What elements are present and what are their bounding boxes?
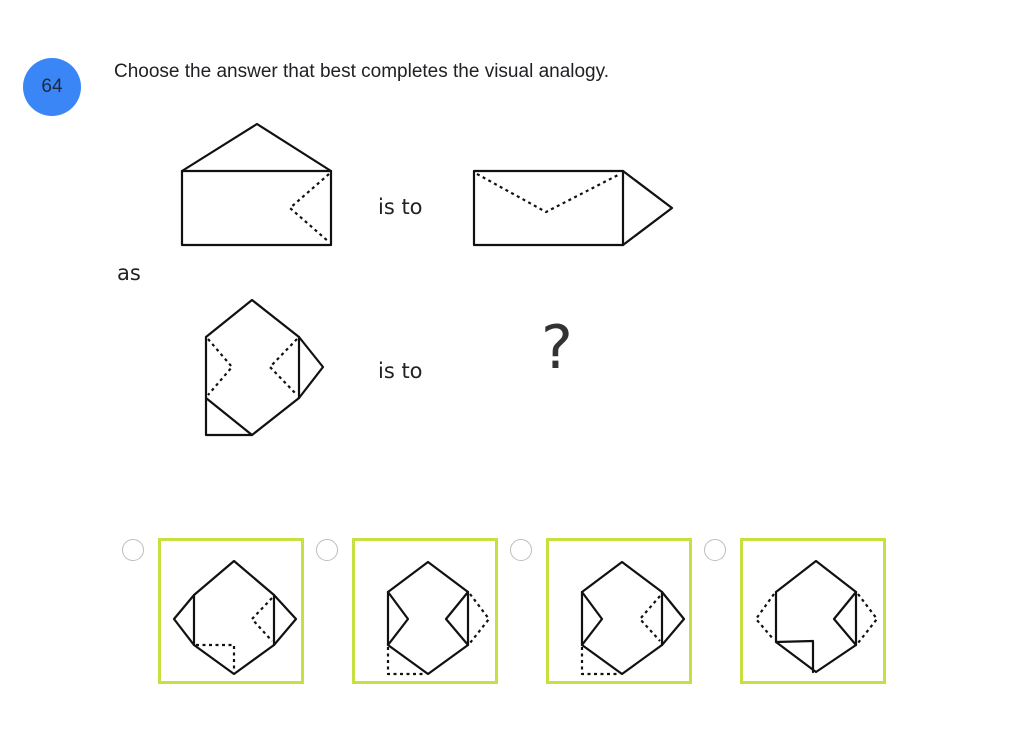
- option-b-radio[interactable]: [316, 539, 338, 561]
- question-prompt: Choose the answer that best completes th…: [114, 61, 609, 82]
- question-number-badge: 64: [23, 58, 81, 116]
- option-b-figure: [386, 560, 491, 676]
- option-a-radio[interactable]: [122, 539, 144, 561]
- unknown-answer-mark: ?: [541, 313, 573, 383]
- analogy-row1-right-figure: [472, 169, 674, 247]
- option-d-radio[interactable]: [704, 539, 726, 561]
- option-a-figure: [172, 559, 298, 676]
- option-d[interactable]: [740, 538, 886, 684]
- option-a[interactable]: [158, 538, 304, 684]
- analogy-row1-left-figure: [180, 122, 333, 247]
- option-c-radio[interactable]: [510, 539, 532, 561]
- analogy-row1-connector: is to: [378, 195, 423, 219]
- option-c[interactable]: [546, 538, 692, 684]
- analogy-row2-left-figure: [204, 298, 325, 437]
- option-d-figure: [754, 559, 879, 674]
- question-number: 64: [41, 76, 63, 97]
- option-b[interactable]: [352, 538, 498, 684]
- analogy-row2-connector: is to: [378, 359, 423, 383]
- option-c-figure: [580, 560, 686, 676]
- analogy-joiner: as: [117, 261, 141, 285]
